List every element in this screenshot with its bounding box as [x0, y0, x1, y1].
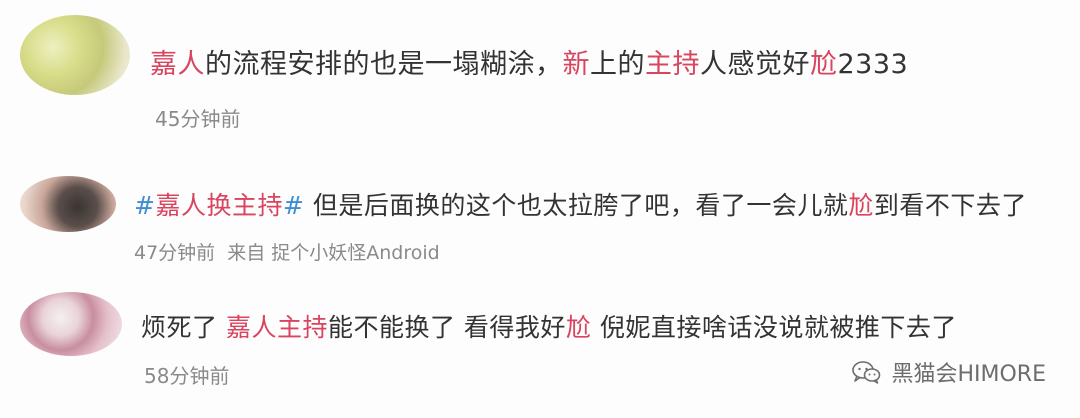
comment-segment: 能不能换了 看得我好 — [327, 313, 566, 342]
comment-text: 烦死了 嘉人主持能不能换了 看得我好尬 倪妮直接啥话没说就被推下去了 — [141, 308, 957, 344]
comment-source[interactable]: 来自 捉个小妖怪Android — [227, 242, 440, 264]
comment-segment: 上的 — [590, 49, 645, 80]
hashtag-mark[interactable]: # — [134, 191, 155, 220]
comment-segment: 人感觉好 — [700, 49, 810, 80]
comment-segment: 但是后面换的这个也太拉胯了吧，看了一会儿就 — [304, 191, 849, 220]
hashtag-link[interactable]: 嘉人换主持 — [155, 191, 283, 220]
comment-time: 47分钟前 — [134, 242, 216, 264]
comment-segment: 烦死了 — [141, 313, 226, 342]
comment-segment: 倪妮直接啥话没说就被推下去了 — [591, 313, 957, 342]
comment-segment: 主持 — [645, 49, 700, 80]
comment-segment: 新 — [562, 49, 590, 80]
comment-time: 45分钟前 — [155, 107, 241, 131]
comment-time: 58分钟前 — [144, 364, 230, 388]
comment-segment: 到看不下去了 — [873, 191, 1027, 220]
hashtag-mark[interactable]: # — [283, 191, 304, 220]
comment-meta: 47分钟前 来自 捉个小妖怪Android — [134, 238, 440, 265]
comment-segment: 尬 — [565, 313, 592, 342]
avatar[interactable] — [20, 292, 122, 356]
comment-segment: 嘉人主持 — [225, 313, 328, 342]
comment-list: 嘉人的流程安排的也是一塌糊涂，新上的主持人感觉好尬2333 45分钟前 #嘉人换… — [0, 0, 1080, 418]
avatar[interactable] — [20, 15, 130, 95]
comment-segment: 尬 — [848, 191, 874, 220]
comment-text: #嘉人换主持# 但是后面换的这个也太拉胯了吧，看了一会儿就尬到看不下去了 — [134, 186, 1027, 222]
comment-segment: 的流程安排的也是一塌糊涂， — [205, 49, 563, 80]
avatar[interactable] — [20, 176, 116, 232]
comment-meta: 58分钟前 — [144, 360, 229, 389]
comment-segment: 尬 — [810, 49, 838, 80]
watermark-text: 黑猫会HIMORE — [891, 362, 1046, 387]
comment-segment: 2333 — [837, 49, 909, 80]
wechat-icon — [852, 361, 881, 384]
watermark: 黑猫会HIMORE — [851, 356, 1046, 388]
comment-segment: 嘉人 — [150, 49, 205, 80]
comment-meta: 45分钟前 — [155, 103, 240, 132]
comment-text: 嘉人的流程安排的也是一塌糊涂，新上的主持人感觉好尬2333 — [150, 42, 908, 81]
